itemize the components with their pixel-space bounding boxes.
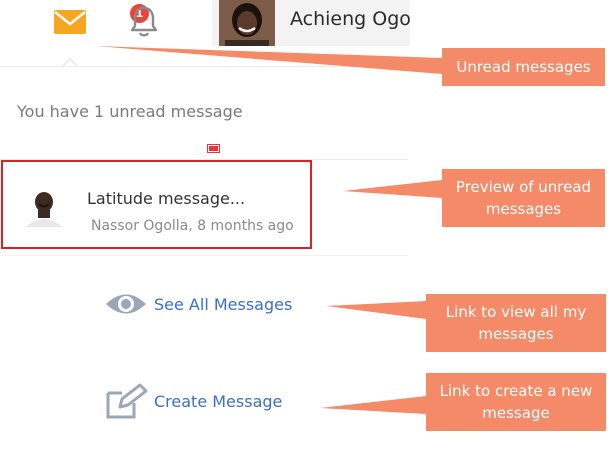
callout-preview: Preview of unread messages [442,169,605,227]
notifications-button[interactable] [128,4,160,38]
edit-icon [106,383,148,419]
message-meta: Nassor Ogolla, 8 months ago [91,218,294,234]
envelope-icon [54,10,86,34]
callout-view-all: Link to view all my messages [426,294,606,352]
create-message-link[interactable]: Create Message [104,383,282,419]
sender-photo-icon [21,187,67,227]
screenshot-stage: 1 Achieng Ogo You have 1 unread message [0,0,615,450]
message-preview[interactable]: Latitude message... Nassor Ogolla, 8 mon… [1,160,312,249]
callout-unread-messages: Unread messages [442,48,605,86]
bell-icon [130,5,158,37]
see-all-label[interactable]: See All Messages [154,295,292,314]
create-message-label[interactable]: Create Message [154,392,282,411]
callout-create: Link to create a new message [426,373,606,431]
marker-icon [207,144,220,153]
top-bar: 1 Achieng Ogo [0,0,615,46]
message-subject[interactable]: Latitude message... [87,189,245,208]
mail-button[interactable]: 1 [53,3,150,36]
eye-icon [106,294,146,314]
user-photo-icon [219,0,275,46]
unread-heading: You have 1 unread message [17,102,243,121]
sender-avatar [21,187,67,227]
user-avatar[interactable] [219,0,275,46]
divider [0,255,408,256]
see-all-messages-link[interactable]: See All Messages [104,289,292,319]
user-name[interactable]: Achieng Ogo [290,8,410,30]
